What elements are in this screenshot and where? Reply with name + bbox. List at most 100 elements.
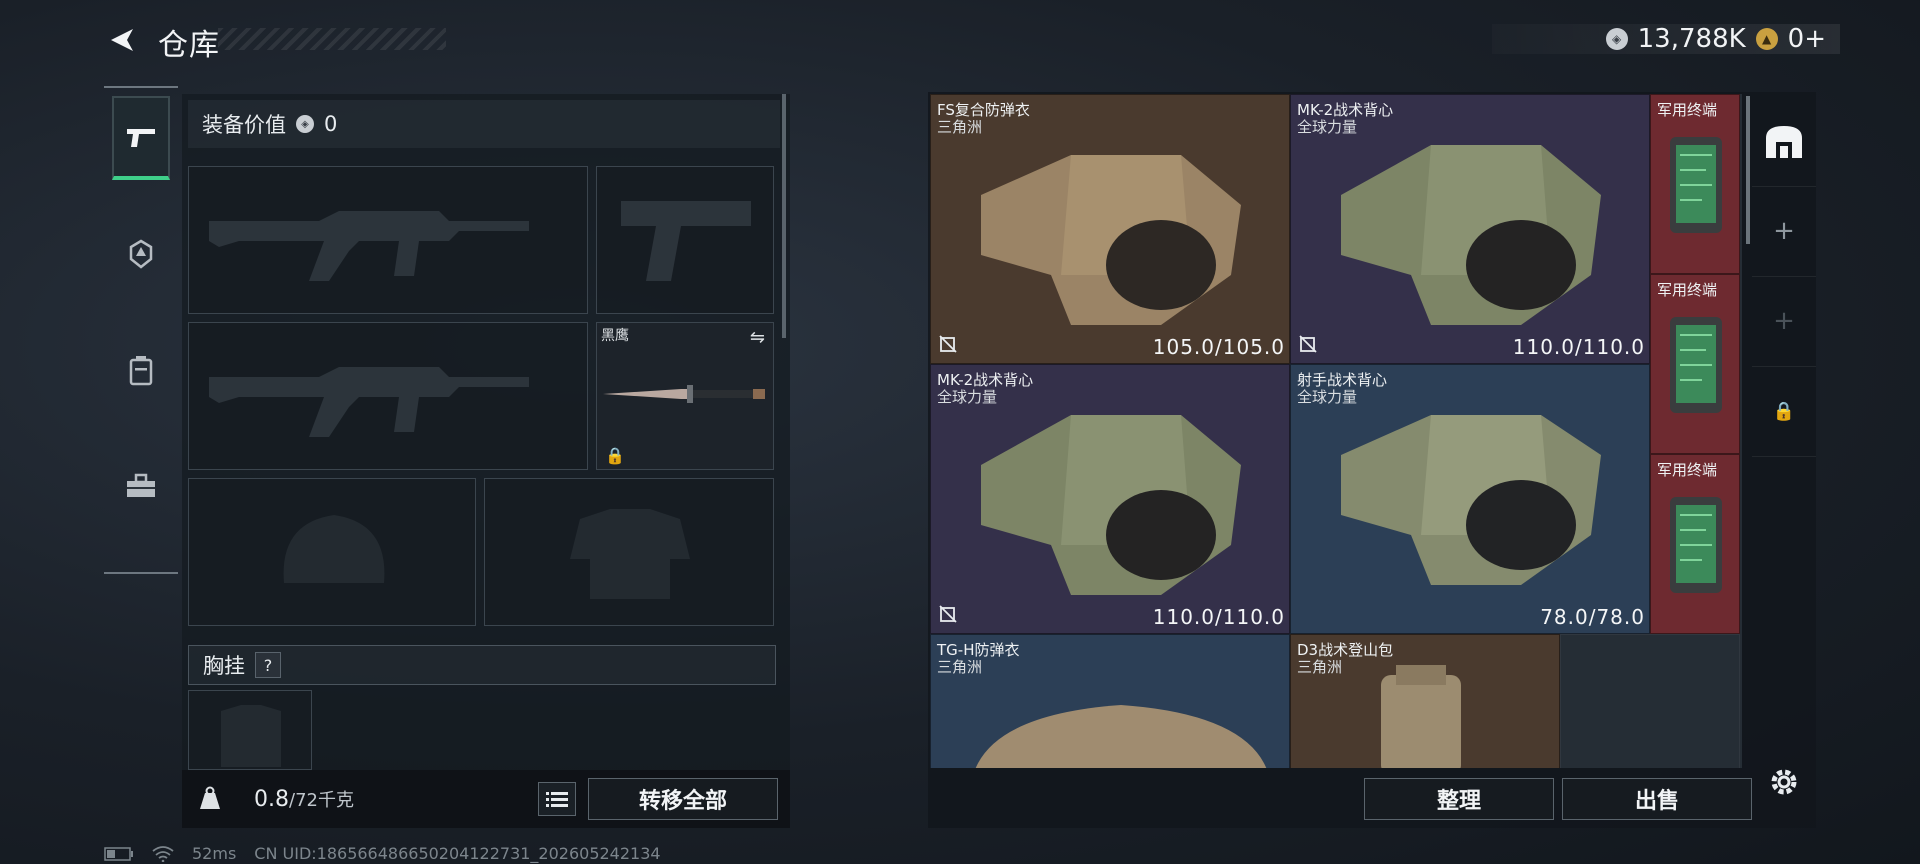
armor-silhouette-icon [570,509,690,599]
primary-weapon-slot[interactable] [188,166,588,314]
item-durability: 110.0/110.0 [1512,335,1645,359]
secondary-weapon-slot[interactable] [188,322,588,470]
item-brand: 全球力量 [1297,388,1358,406]
no-insure-icon [939,335,957,357]
equipment-value-label: 装备价值 [202,113,286,137]
silver-coin-icon: ◈ [296,115,314,133]
tab-toolbox[interactable] [112,444,170,528]
sort-button[interactable]: 整理 [1364,778,1554,820]
item-brand: 三角洲 [1297,658,1343,676]
warehouse-icon [1766,126,1802,158]
item-brand: 全球力量 [1297,118,1358,136]
rifle-silhouette-icon [209,211,529,281]
lock-icon: 🔒 [1772,400,1796,422]
settings-button[interactable] [1766,764,1802,800]
title-decoration [218,28,446,50]
stash-scrollbar[interactable] [1746,96,1750,244]
pistol-icon [127,129,155,147]
item-card[interactable]: 射手战术背心 全球力量 78.0/78.0 [1290,364,1650,634]
user-uid: CN UID:186566486650204122731_20260524213… [254,844,661,863]
back-arrow-icon [111,29,133,51]
weight-max: /72千克 [289,790,354,811]
item-durability: 78.0/78.0 [1540,605,1645,629]
list-view-button[interactable] [538,782,576,816]
item-card[interactable]: TG-H防弹衣 三角洲 [930,634,1290,768]
weight-current: 0.8 [254,787,289,812]
item-card[interactable]: 军用终端 [1650,454,1740,634]
stash-grid: FS复合防弹衣 三角洲 105.0/105.0 MK-2战术背心 全球力量 11… [930,94,1742,768]
backpack-icon [1381,665,1461,768]
category-tabs [104,86,178,574]
chest-rig-label: 胸挂 [203,654,245,678]
page-title: 仓库 [158,28,220,63]
chest-rig-header: 胸挂 ? [188,645,776,685]
item-card[interactable]: 军用终端 [1650,94,1740,274]
item-brand: 三角洲 [937,118,983,136]
item-card[interactable]: MK-2战术背心 全球力量 110.0/110.0 [930,364,1290,634]
helmet-slot[interactable] [188,478,476,626]
melee-name: 黑鹰 [601,328,629,344]
body-armor-icon [981,155,1241,325]
item-card[interactable]: MK-2战术背心 全球力量 110.0/110.0 [1290,94,1650,364]
melee-slot[interactable]: 黑鹰 ⇋ 🔒 [596,322,774,470]
military-terminal-icon [1670,497,1722,593]
gear-icon [1771,769,1797,795]
item-name: 军用终端 [1657,101,1718,119]
equipment-value-bar: 装备价值 ◈ 0 [188,100,780,148]
tab-backpack[interactable] [112,328,170,412]
plus-icon: + [1773,216,1795,246]
equipment-value: 0 [324,112,338,136]
stash-page-main[interactable] [1752,96,1816,187]
chest-rig-silhouette-icon [221,705,281,767]
item-card[interactable]: 军用终端 [1650,274,1740,454]
pistol-slot[interactable] [596,166,774,314]
battery-icon [104,846,133,861]
add-stash-page-button[interactable]: + [1752,186,1816,277]
silver-coin-icon: ◈ [1605,28,1628,50]
body-armor-icon [975,705,1267,768]
item-card[interactable]: D3战术登山包 三角洲 [1290,634,1560,768]
locked-stash-page[interactable]: 🔒 [1752,366,1816,457]
tab-armor[interactable] [112,212,170,296]
chest-rig-slot[interactable] [188,690,312,770]
toolbox-icon [127,473,155,497]
empty-grid-cell[interactable] [1560,634,1740,768]
list-icon [546,792,568,807]
status-bar: 52ms CN UID:186566486650204122731_202605… [104,844,661,863]
ping-readout: 52ms [192,844,237,863]
currency-bar: ◈ 13,788K ▲ 0+ [1492,24,1840,54]
military-terminal-icon [1670,317,1722,413]
knife-icon [603,385,765,403]
gold-coin-icon: ▲ [1755,28,1778,50]
tactical-vest-icon [981,415,1241,595]
armor-slot[interactable] [484,478,774,626]
pistol-silhouette-icon [621,201,751,281]
weight-icon [190,778,230,818]
no-insure-icon [1299,335,1317,357]
back-button[interactable] [100,22,140,58]
no-insure-icon [939,605,957,627]
add-stash-page-button-disabled[interactable]: + [1752,276,1816,367]
helmet-silhouette-icon [283,515,385,583]
plus-icon: + [1773,306,1795,336]
sell-button[interactable]: 出售 [1562,778,1752,820]
military-terminal-icon [1670,137,1722,233]
help-icon[interactable]: ? [255,652,281,678]
weight-readout: 0.8/72千克 [254,786,354,812]
transfer-all-button[interactable]: 转移全部 [588,778,778,820]
item-brand: 三角洲 [937,658,983,676]
silver-amount: 13,788K [1637,24,1746,54]
backpack-icon [129,356,153,386]
lock-icon: 🔒 [605,446,625,465]
helmet-icon [129,239,153,269]
rifle-silhouette-icon [209,367,529,437]
item-durability: 110.0/110.0 [1152,605,1285,629]
equipment-scrollbar[interactable] [782,94,786,338]
item-durability: 105.0/105.0 [1152,335,1285,359]
item-name: 军用终端 [1657,281,1718,299]
item-card[interactable]: FS复合防弹衣 三角洲 105.0/105.0 [930,94,1290,364]
item-name: 军用终端 [1657,461,1718,479]
gold-amount[interactable]: 0+ [1788,24,1826,54]
swap-icon[interactable]: ⇋ [750,327,765,348]
tab-weapons[interactable] [112,96,170,180]
